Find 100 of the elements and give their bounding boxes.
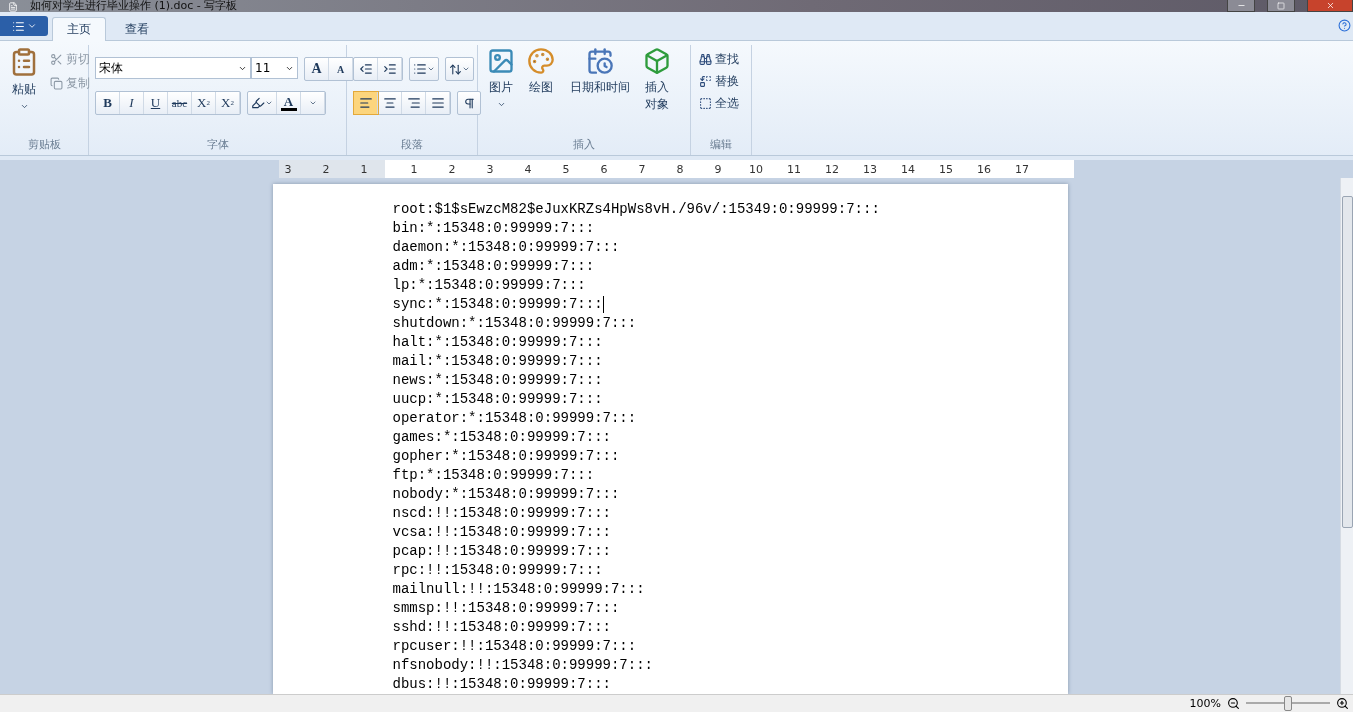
paragraph-button[interactable] bbox=[457, 91, 481, 115]
text-line: sync:*:15348:0:99999:7::: bbox=[392, 295, 603, 314]
ruler-number: 3 bbox=[485, 162, 495, 176]
scissors-icon bbox=[50, 53, 63, 66]
insert-button[interactable]: 日期和时间 bbox=[564, 45, 636, 137]
text-line: smmsp:!!:15348:0:99999:7::: bbox=[392, 599, 620, 618]
ribbon-tab[interactable]: 查看 bbox=[110, 17, 164, 41]
text-line: halt:*:15348:0:99999:7::: bbox=[392, 333, 603, 352]
edit-button[interactable]: 替换 bbox=[697, 71, 741, 92]
align-icon bbox=[358, 96, 373, 110]
text-line: daemon:*:15348:0:99999:7::: bbox=[392, 238, 620, 257]
font-size: 11 bbox=[255, 61, 271, 75]
zoom-in-icon[interactable] bbox=[1336, 697, 1349, 710]
list-icon bbox=[413, 62, 427, 76]
paint-icon bbox=[527, 47, 555, 75]
ruler-number: 12 bbox=[825, 162, 839, 176]
zoom-level: 100% bbox=[1189, 697, 1221, 710]
text-line: pcap:!!:15348:0:99999:7::: bbox=[392, 542, 611, 561]
caret-icon bbox=[19, 102, 29, 111]
window-title: 如何对学生进行毕业操作 (1).doc - 写字板 bbox=[30, 0, 238, 12]
text-line: news:*:15348:0:99999:7::: bbox=[392, 371, 603, 390]
caret-icon bbox=[26, 21, 37, 31]
group-label: 插入 bbox=[572, 137, 596, 153]
caret-icon bbox=[496, 100, 506, 109]
font-name: 宋体 bbox=[99, 59, 123, 77]
ruler-number: 8 bbox=[675, 162, 685, 176]
text-line: uucp:*:15348:0:99999:7::: bbox=[392, 390, 603, 409]
font-style-button[interactable]: abc bbox=[168, 92, 192, 114]
ruler-number: 13 bbox=[863, 162, 877, 176]
ruler-number: 3 bbox=[283, 162, 293, 176]
line-spacing-button[interactable] bbox=[445, 57, 474, 81]
text-cursor bbox=[602, 296, 604, 313]
text-line: operator:*:15348:0:99999:7::: bbox=[392, 409, 637, 428]
grow-font-button[interactable]: A bbox=[305, 58, 329, 80]
insert-button[interactable]: 插入对象 bbox=[642, 45, 672, 137]
group-label: 编辑 bbox=[709, 137, 733, 153]
text-line: lp:*:15348:0:99999:7::: bbox=[392, 276, 586, 295]
font-style-button[interactable]: I bbox=[120, 92, 144, 114]
text-line: shutdown:*:15348:0:99999:7::: bbox=[392, 314, 637, 333]
font-style-button[interactable]: U bbox=[144, 92, 168, 114]
document-page[interactable] bbox=[272, 184, 1068, 694]
paste-button[interactable]: 粘贴 bbox=[6, 45, 42, 137]
text-line: gopher:*:15348:0:99999:7::: bbox=[392, 447, 620, 466]
insert-button[interactable]: 绘图 bbox=[524, 45, 558, 137]
ruler-number: 9 bbox=[713, 162, 723, 176]
scrollbar[interactable] bbox=[1340, 178, 1353, 694]
font-style-button[interactable]: B bbox=[96, 92, 120, 114]
minimize-button[interactable] bbox=[1227, 0, 1255, 12]
text-line: games:*:15348:0:99999:7::: bbox=[392, 428, 611, 447]
text-line: root:$1$sEwzcM82$eJuxKRZs4HpWs8vH./96v/:15349:0:99999:7::: bbox=[392, 200, 880, 219]
align-icon bbox=[382, 96, 397, 110]
ruler-number: 4 bbox=[523, 162, 533, 176]
maximize-button[interactable] bbox=[1267, 0, 1295, 12]
edit-button[interactable]: 全选 bbox=[697, 93, 741, 114]
app-menu-button[interactable] bbox=[0, 16, 48, 36]
datetime-icon bbox=[586, 47, 614, 75]
text-line: bin:*:15348:0:99999:7::: bbox=[392, 219, 595, 238]
help-icon[interactable] bbox=[1338, 19, 1351, 32]
font-color-button[interactable]: A bbox=[277, 92, 301, 114]
list-button[interactable] bbox=[409, 57, 439, 81]
text-line: dbus:!!:15348:0:99999:7::: bbox=[392, 675, 611, 694]
ruler-number: 17 bbox=[1015, 162, 1029, 176]
menu-icon bbox=[11, 19, 25, 33]
group-label: 字体 bbox=[205, 137, 230, 153]
picture-icon bbox=[487, 47, 515, 75]
indent-icon bbox=[382, 62, 397, 76]
text-line: vcsa:!!:15348:0:99999:7::: bbox=[392, 523, 611, 542]
ruler-number: 15 bbox=[939, 162, 953, 176]
font-style-button[interactable]: X$^{2}$ bbox=[216, 92, 240, 114]
align-button[interactable] bbox=[354, 92, 378, 114]
zoom-out-icon[interactable] bbox=[1227, 697, 1240, 710]
text-line: adm:*:15348:0:99999:7::: bbox=[392, 257, 595, 276]
highlighter-icon bbox=[251, 96, 265, 110]
binoculars-icon bbox=[699, 53, 712, 66]
group-label: 段落 bbox=[400, 137, 424, 153]
align-icon bbox=[430, 96, 445, 110]
ruler-number: 7 bbox=[637, 162, 647, 176]
ruler-number: 11 bbox=[787, 162, 801, 176]
caret-icon bbox=[265, 99, 273, 107]
ruler-number: 6 bbox=[599, 162, 609, 176]
pilcrow-icon bbox=[462, 96, 476, 110]
text-line: nobody:*:15348:0:99999:7::: bbox=[392, 485, 620, 504]
ribbon-tab[interactable]: 主页 bbox=[52, 17, 106, 41]
text-line: mailnull:!!:15348:0:99999:7::: bbox=[392, 580, 645, 599]
zoom-thumb[interactable] bbox=[1284, 696, 1292, 711]
text-line: nfsnobody:!!:15348:0:99999:7::: bbox=[392, 656, 653, 675]
ruler[interactable]: 3 2 1 1 2 3 4 5 6 7 8 9 10 11 12 13 14 15 16 17 bbox=[279, 160, 1074, 178]
outdent-icon bbox=[358, 62, 373, 76]
text-line: ftp:*:15348:0:99999:7::: bbox=[392, 466, 595, 485]
ruler-number: 2 bbox=[447, 162, 457, 176]
ruler-number: 14 bbox=[901, 162, 915, 176]
ruler-number: 5 bbox=[561, 162, 571, 176]
line-spacing-icon bbox=[449, 62, 462, 76]
font-size-field[interactable]: 11 bbox=[251, 57, 298, 79]
text-line: mail:*:15348:0:99999:7::: bbox=[392, 352, 603, 371]
edit-button[interactable]: 查找 bbox=[697, 49, 741, 70]
close-icon bbox=[1325, 1, 1335, 10]
insert-button[interactable]: 图片 bbox=[484, 45, 518, 137]
ruler-number: 1 bbox=[409, 162, 419, 176]
font-name-field[interactable]: 宋体 bbox=[95, 57, 251, 79]
